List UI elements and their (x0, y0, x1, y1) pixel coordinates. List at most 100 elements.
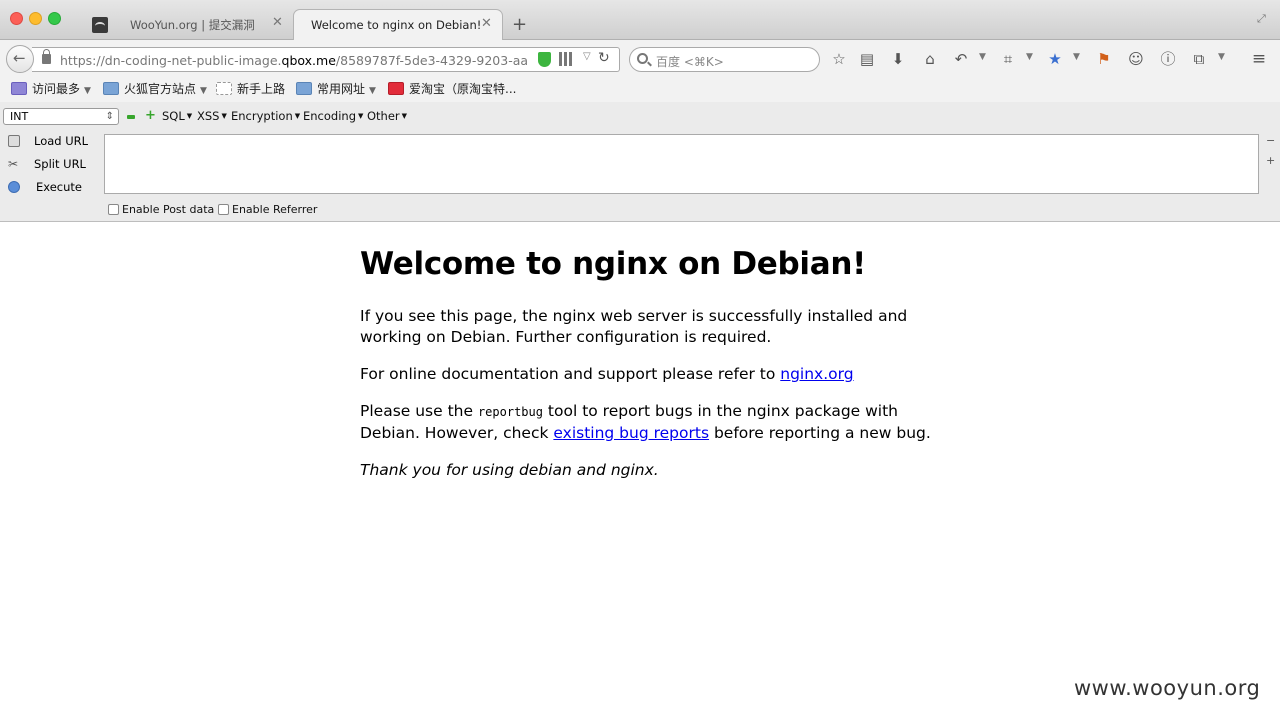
url-prefix: https://dn-coding-net-public-image. (60, 53, 282, 68)
grow-textarea-button[interactable]: + (1266, 154, 1275, 167)
undo-icon[interactable]: ↶ (952, 50, 970, 68)
search-icon[interactable] (637, 53, 648, 64)
shield-icon[interactable] (538, 52, 551, 67)
thanks-paragraph: Thank you for using debian and nginx. (360, 461, 659, 479)
reload-icon[interactable]: ↻ (598, 50, 610, 66)
execute-button[interactable]: Execute (6, 179, 98, 197)
chevron-down-icon: ▼ (84, 86, 91, 96)
search-bar[interactable]: 百度 <⌘K> (629, 47, 820, 72)
load-url-button[interactable]: Load URL (6, 133, 98, 151)
url-text[interactable]: https://dn-coding-net-public-image.qbox.… (60, 53, 530, 68)
tab-nginx[interactable]: Welcome to nginx on Debian! ✕ (293, 9, 503, 40)
type-select[interactable]: INT (3, 108, 119, 125)
page-icon (216, 82, 232, 95)
home-icon[interactable]: ⌂ (921, 50, 939, 68)
menu-other[interactable]: Other ▼ (367, 109, 407, 123)
shrink-textarea-button[interactable]: − (1266, 134, 1275, 147)
taobao-icon (388, 82, 404, 95)
existing-bug-reports-link[interactable]: existing bug reports (553, 424, 709, 442)
menu-sql[interactable]: SQL ▼ (162, 109, 192, 123)
info-icon[interactable]: ⓘ (1159, 50, 1177, 68)
tab-close-icon[interactable]: ✕ (481, 16, 492, 31)
bookmark-star-icon[interactable]: ☆ (830, 50, 848, 68)
docs-paragraph: For online documentation and support ple… (360, 364, 940, 385)
new-tab-button[interactable]: + (512, 14, 527, 35)
crop-icon[interactable]: ⌗ (999, 50, 1017, 68)
crop-dropdown-icon[interactable]: ▼ (1026, 52, 1033, 62)
page-heading: Welcome to nginx on Debian! (360, 246, 866, 282)
flag-icon[interactable]: ⚑ (1095, 50, 1113, 68)
scissors-icon: ✂ (8, 157, 19, 171)
wooyun-favicon-icon (92, 17, 108, 33)
download-icon[interactable]: ⬇ (889, 50, 907, 68)
window-close-button[interactable] (10, 12, 23, 25)
tab-wooyun[interactable]: WooYun.org | 提交漏洞 ✕ (118, 9, 294, 40)
bookmark-most-visited[interactable]: 访问最多 ▼ (11, 80, 91, 98)
url-textarea[interactable] (104, 134, 1259, 194)
qr-code-icon[interactable] (559, 52, 573, 66)
bookmark-label: 火狐官方站点 (124, 82, 197, 96)
page-content: Welcome to nginx on Debian! If you see t… (360, 244, 940, 481)
tab-close-icon[interactable]: ✕ (272, 15, 283, 30)
bookmark-label: 爱淘宝（原淘宝特... (409, 82, 517, 96)
bookmark-label: 新手上路 (237, 82, 286, 96)
docs-text: For online documentation and support ple… (360, 365, 781, 383)
folder-icon (296, 82, 312, 95)
increase-icon[interactable]: + (145, 109, 156, 122)
nginx-org-link[interactable]: nginx.org (780, 365, 853, 383)
title-bar: WooYun.org | 提交漏洞 ✕ Welcome to nginx on … (0, 0, 1280, 40)
decrease-icon[interactable] (127, 115, 135, 119)
split-url-label: Split URL (34, 157, 86, 171)
bookmark-label: 访问最多 (32, 82, 81, 96)
enable-referrer-label: Enable Referrer (232, 203, 318, 216)
enable-post-checkbox[interactable]: Enable Post data (108, 203, 214, 216)
back-button[interactable] (6, 45, 34, 73)
folder-icon (11, 82, 27, 95)
bookmarks-bar: 访问最多 ▼ 火狐官方站点 ▼ 新手上路 常用网址 ▼ 爱淘宝（原淘宝特... (0, 76, 1280, 102)
menu-xss[interactable]: XSS ▼ (197, 109, 227, 123)
checkbox-box[interactable] (108, 204, 119, 215)
bugs-text-c: before reporting a new bug. (709, 424, 931, 442)
undo-dropdown-icon[interactable]: ▼ (979, 52, 986, 62)
menu-encoding[interactable]: Encoding ▼ (303, 109, 363, 123)
reading-list-icon[interactable]: ▤ (858, 50, 876, 68)
execute-icon (8, 181, 20, 193)
intro-paragraph: If you see this page, the nginx web serv… (360, 307, 908, 346)
url-bar[interactable]: https://dn-coding-net-public-image.qbox.… (32, 47, 620, 72)
search-placeholder: 百度 <⌘K> (656, 55, 724, 69)
addon-star-icon[interactable]: ★ (1046, 50, 1064, 68)
share-dropdown-icon[interactable]: ▼ (1218, 52, 1225, 62)
url-suffix: /8589787f-5de3-4329-9203-aa (335, 53, 529, 68)
chat-icon[interactable]: ☺ (1127, 50, 1145, 68)
bugs-paragraph: Please use the reportbug tool to report … (360, 401, 940, 444)
enable-referrer-checkbox[interactable]: Enable Referrer (218, 203, 317, 216)
load-url-icon (8, 135, 20, 147)
window-minimize-button[interactable] (29, 12, 42, 25)
navigation-bar: https://dn-coding-net-public-image.qbox.… (0, 40, 1280, 76)
enable-post-label: Enable Post data (122, 203, 215, 216)
execute-label: Execute (36, 180, 82, 194)
fullscreen-icon[interactable]: ⤢ (1257, 12, 1269, 25)
hamburger-menu-icon[interactable]: ≡ (1250, 50, 1268, 68)
menu-encryption[interactable]: Encryption ▼ (231, 109, 300, 123)
bookmark-label: 常用网址 (317, 82, 366, 96)
reportbug-code: reportbug (477, 405, 543, 419)
tab-title: WooYun.org | 提交漏洞 (130, 18, 255, 32)
bookmark-ai-taobao[interactable]: 爱淘宝（原淘宝特... (388, 80, 516, 98)
watermark: www.wooyun.org (1074, 676, 1261, 700)
bugs-text-a: Please use the (360, 402, 478, 420)
bookmark-common-sites[interactable]: 常用网址 ▼ (296, 80, 376, 98)
url-history-dropdown-icon[interactable]: ▽ (583, 51, 591, 62)
load-url-label: Load URL (34, 134, 89, 148)
hackbar-panel: INT + SQL▼ XSS▼ Encryption▼ Encoding▼ Ot… (0, 102, 1280, 222)
folder-icon (103, 82, 119, 95)
split-url-button[interactable]: ✂ Split URL (6, 156, 98, 174)
checkbox-box[interactable] (218, 204, 229, 215)
bookmark-getting-started[interactable]: 新手上路 (216, 80, 285, 98)
bookmark-firefox-official[interactable]: 火狐官方站点 ▼ (103, 80, 207, 98)
window-maximize-button[interactable] (48, 12, 61, 25)
share-icon[interactable]: ⧉ (1190, 50, 1208, 68)
addon-dropdown-icon[interactable]: ▼ (1073, 52, 1080, 62)
tab-title: Welcome to nginx on Debian! (311, 18, 482, 32)
lock-icon[interactable] (42, 49, 51, 64)
